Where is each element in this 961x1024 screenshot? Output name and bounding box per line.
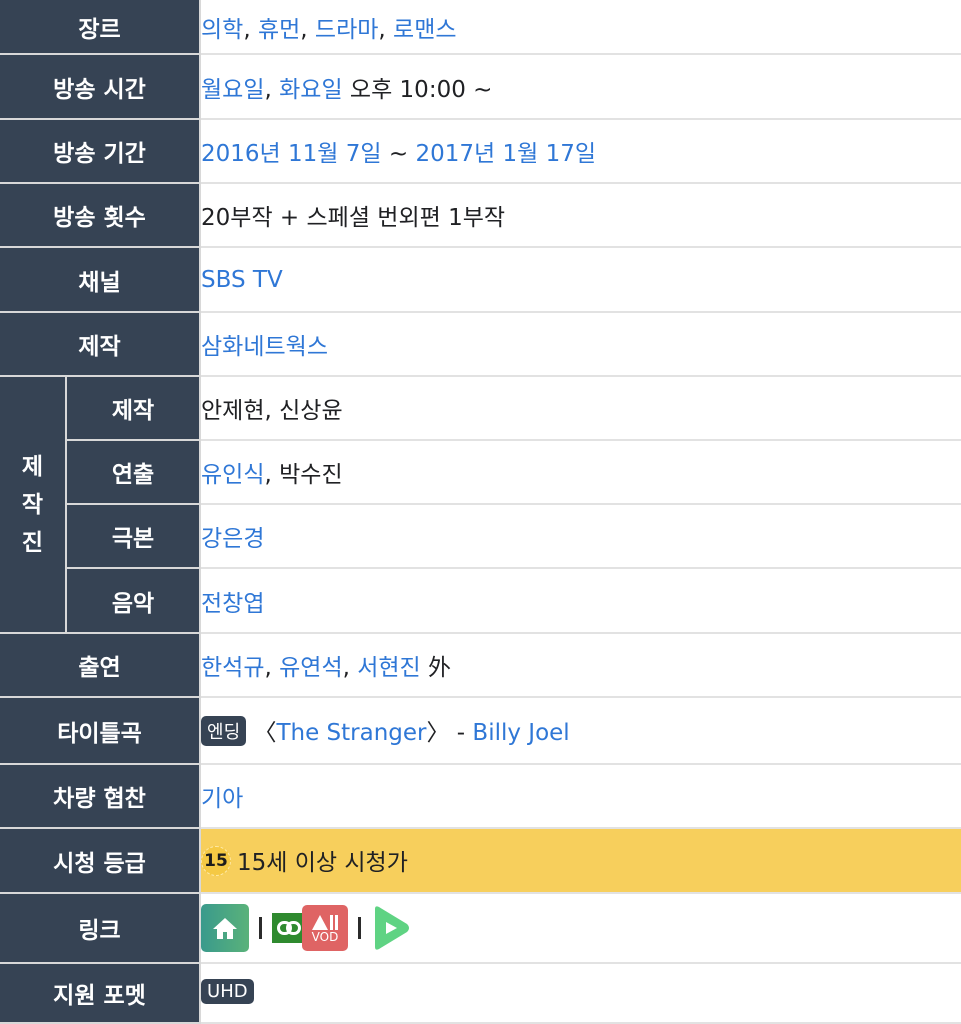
sponsor-link[interactable]: 기아 (201, 786, 243, 812)
value-sponsor: 기아 (200, 764, 961, 829)
bracket-open: 〈 (246, 719, 277, 746)
value-crew-producer: 안제현, 신상윤 (200, 376, 961, 441)
production-company-link[interactable]: 삼화네트웍스 (201, 334, 328, 360)
comma: , (264, 76, 280, 103)
genre-link[interactable]: 로맨스 (393, 17, 456, 43)
play-icon[interactable] (371, 905, 411, 951)
label-channel: 채널 (0, 247, 202, 313)
row-format: 지원 포멧 UHD (0, 963, 961, 1024)
vod-label: VOD (311, 930, 339, 944)
divider (259, 917, 263, 939)
director-link[interactable]: 유인식 (201, 462, 264, 488)
crew-char: 작 (21, 491, 44, 518)
value-crew-music: 전창엽 (200, 568, 961, 634)
row-crew-music: 음악 전창엽 (0, 568, 961, 634)
drama-info-table: 장르 의학, 휴먼, 드라마, 로맨스 방송 시간 월요일, 화요일 오후 10… (0, 0, 961, 1024)
label-crew-producer: 제작 (66, 376, 202, 441)
value-links: VOD (200, 893, 961, 964)
day-link[interactable]: 화요일 (279, 77, 342, 103)
row-episodes: 방송 횟수 20부작 + 스페셜 번외편 1부작 (0, 183, 961, 248)
age-15-badge-icon: 15 (201, 846, 232, 877)
row-cast: 출연 한석규, 유연석, 서현진 外 (0, 633, 961, 698)
row-channel: 채널 SBS TV (0, 247, 961, 313)
row-airtime: 방송 시간 월요일, 화요일 오후 10:00 ~ (0, 54, 961, 120)
value-production: 삼화네트웍스 (200, 312, 961, 377)
label-cast: 출연 (0, 633, 202, 698)
row-period: 방송 기간 2016년 11월 7일 ~ 2017년 1월 17일 (0, 119, 961, 184)
comma: , (264, 655, 280, 681)
writer-link[interactable]: 강은경 (201, 526, 264, 552)
label-links: 링크 (0, 893, 202, 964)
music-link[interactable]: 전창엽 (201, 591, 264, 617)
row-crew-writer: 극본 강은경 (0, 504, 961, 569)
value-crew-director: 유인식, 박수진 (200, 440, 961, 505)
value-genre: 의학, 휴먼, 드라마, 로맨스 (200, 0, 961, 55)
label-sponsor: 차량 협찬 (0, 764, 202, 829)
value-theme: 엔딩 〈The Stranger〉 - Billy Joel (200, 697, 961, 765)
crew-char: 진 (21, 529, 44, 556)
tilde: ~ (381, 141, 416, 167)
row-production: 제작 삼화네트웍스 (0, 312, 961, 377)
director-rest: , 박수진 (264, 462, 343, 488)
genre-link[interactable]: 의학 (201, 17, 243, 43)
song-link[interactable]: The Stranger (276, 720, 426, 746)
row-theme: 타이틀곡 엔딩 〈The Stranger〉 - Billy Joel (0, 697, 961, 765)
comma: , (342, 655, 358, 681)
airtime-text: 오후 10:00 ~ (342, 76, 493, 103)
row-genre: 장르 의학, 휴먼, 드라마, 로맨스 (0, 0, 961, 55)
cast-link[interactable]: 유연석 (279, 655, 342, 681)
genre-link[interactable]: 휴먼 (258, 17, 300, 43)
label-episodes: 방송 횟수 (0, 183, 202, 248)
crew-char: 제 (21, 453, 44, 480)
label-crew-director: 연출 (66, 440, 202, 505)
label-airtime: 방송 시간 (0, 54, 202, 120)
comma: , (300, 16, 315, 43)
allvod-icon[interactable]: VOD (302, 905, 349, 951)
label-production: 제작 (0, 312, 202, 377)
bracket-close: 〉 - (426, 719, 473, 746)
value-format: UHD (200, 963, 961, 1024)
value-crew-writer: 강은경 (200, 504, 961, 569)
cast-link[interactable]: 한석규 (201, 655, 264, 681)
label-genre: 장르 (0, 0, 202, 55)
value-channel: SBS TV (200, 247, 961, 313)
end-date-link[interactable]: 2017년 1월 17일 (415, 141, 596, 167)
cast-suffix: 外 (420, 655, 452, 681)
label-format: 지원 포멧 (0, 963, 202, 1024)
label-crew-group: 제 작 진 (0, 376, 67, 634)
value-rating: 15 15세 이상 시청가 (200, 828, 961, 894)
link-icon[interactable] (272, 913, 307, 943)
comma: , (378, 16, 394, 43)
value-airtime: 월요일, 화요일 오후 10:00 ~ (200, 54, 961, 120)
row-crew-director: 연출 유인식, 박수진 (0, 440, 961, 505)
row-rating: 시청 등급 15 15세 이상 시청가 (0, 828, 961, 894)
label-period: 방송 기간 (0, 119, 202, 184)
rating-text: 15세 이상 시청가 (237, 849, 408, 876)
comma: , (243, 16, 258, 43)
channel-link[interactable]: SBS TV (201, 267, 283, 293)
artist-link[interactable]: Billy Joel (472, 720, 569, 746)
uhd-tag: UHD (201, 979, 254, 1004)
label-theme: 타이틀곡 (0, 697, 202, 765)
value-period: 2016년 11월 7일 ~ 2017년 1월 17일 (200, 119, 961, 184)
cast-link[interactable]: 서현진 (357, 655, 420, 681)
row-links: 링크 VOD (0, 893, 961, 964)
home-icon[interactable] (201, 904, 250, 952)
start-date-link[interactable]: 2016년 11월 7일 (201, 141, 382, 167)
label-crew-music: 음악 (66, 568, 202, 634)
value-episodes: 20부작 + 스페셜 번외편 1부작 (200, 183, 961, 248)
divider (358, 917, 362, 939)
value-cast: 한석규, 유연석, 서현진 外 (200, 633, 961, 698)
label-crew-writer: 극본 (66, 504, 202, 569)
row-crew-producer: 제 작 진 제작 안제현, 신상윤 (0, 376, 961, 634)
genre-link[interactable]: 드라마 (315, 17, 378, 43)
day-link[interactable]: 월요일 (201, 77, 264, 103)
ending-tag: 엔딩 (201, 716, 247, 747)
label-rating: 시청 등급 (0, 828, 202, 894)
row-sponsor: 차량 협찬 기아 (0, 764, 961, 829)
